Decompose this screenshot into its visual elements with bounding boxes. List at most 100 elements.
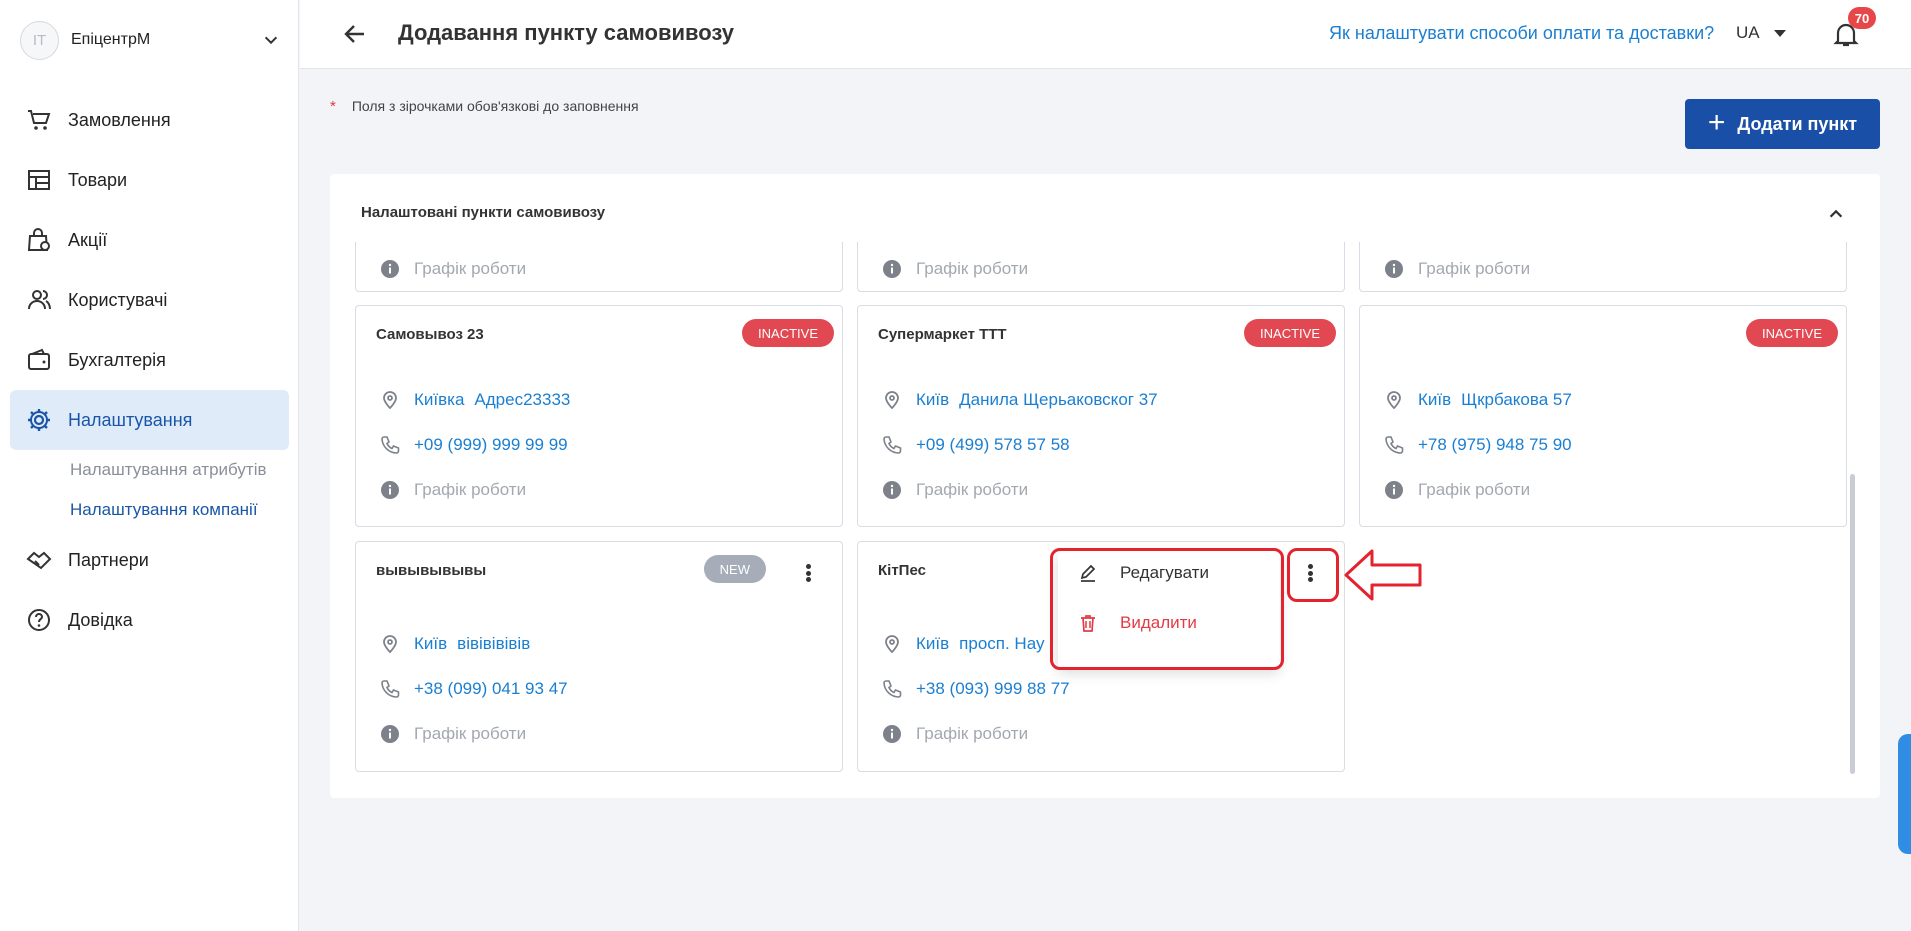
address-row[interactable]: Київ вівівівівів [380, 634, 530, 654]
sidebar-item-label: Замовлення [68, 109, 171, 130]
address: просп. Нау [959, 634, 1045, 653]
cart-icon [28, 110, 51, 130]
more-options-icon[interactable] [800, 562, 816, 584]
address-row[interactable]: Київ Щкрбакова 57 [1384, 390, 1572, 410]
city: Київ [1418, 390, 1452, 409]
sidebar-item-users[interactable]: Користувачі [10, 270, 289, 330]
add-point-label: Додати пункт [1737, 113, 1858, 134]
schedule-label: Графік роботи [414, 259, 527, 278]
sidebar-item-label: Довідка [68, 609, 133, 630]
phone-row[interactable]: +38 (099) 041 93 47 [380, 679, 568, 699]
annotation-menu-highlight [1050, 548, 1284, 670]
schedule-row[interactable]: Графік роботи [882, 724, 1028, 744]
city: Київ [414, 634, 448, 653]
sidebar-item-label: Товари [68, 169, 128, 190]
required-fields-note: * Поля з зірочками обов'язкові до заповн… [330, 98, 639, 115]
sidebar-item-partners[interactable]: Партнери [10, 530, 289, 590]
address-row[interactable]: Київ просп. Нау [882, 634, 1044, 654]
help-link[interactable]: Як налаштувати способи оплати та доставк… [1329, 23, 1714, 44]
sidebar-subitem-company[interactable]: Налаштування компанії [10, 490, 289, 530]
city: Київ [916, 634, 950, 653]
schedule-row[interactable]: Графік роботи [882, 259, 1028, 279]
schedule-label: Графік роботи [916, 480, 1029, 499]
address-row[interactable]: Київка Адрес23333 [380, 390, 570, 410]
info-icon [1385, 481, 1403, 499]
phone-row[interactable]: +78 (975) 948 75 90 [1384, 435, 1572, 455]
pickup-card: Графік роботи [355, 242, 843, 292]
schedule-label: Графік роботи [414, 480, 527, 499]
phone: +09 (999) 999 99 99 [414, 435, 568, 454]
help-circle-icon [28, 609, 50, 631]
required-note-text: Поля з зірочками обов'язкові до заповнен… [351, 98, 639, 114]
page-title: Додавання пункту самовивозу [398, 20, 734, 45]
schedule-row[interactable]: Графік роботи [380, 480, 526, 500]
card-name: Самовывоз 23 [376, 326, 484, 343]
schedule-row[interactable]: Графік роботи [1384, 480, 1530, 500]
info-icon [381, 725, 399, 743]
info-icon [883, 725, 901, 743]
city: Київ [916, 390, 950, 409]
back-arrow-icon[interactable] [342, 21, 368, 47]
pickup-card: Самовывоз 23 INACTIVE Київка Адрес23333 … [355, 305, 843, 527]
caret-down-icon[interactable] [1772, 27, 1788, 39]
side-widget-tab[interactable] [1898, 734, 1911, 854]
pickup-card: вывывывывы NEW Київ вівівівівів +38 (099… [355, 541, 843, 772]
location-pin-icon [885, 391, 899, 410]
schedule-row[interactable]: Графік роботи [1384, 259, 1530, 279]
location-pin-icon [383, 635, 397, 654]
status-badge: INACTIVE [1746, 319, 1838, 347]
schedule-row[interactable]: Графік роботи [882, 480, 1028, 500]
sidebar-item-orders[interactable]: Замовлення [10, 90, 289, 150]
phone-row[interactable]: +09 (499) 578 57 58 [882, 435, 1070, 455]
sidebar-item-label: Налаштування [68, 409, 193, 430]
card-name: Супермаркет ТТТ [878, 326, 1007, 343]
required-star: * [330, 98, 336, 115]
schedule-label: Графік роботи [414, 724, 527, 743]
address: вівівівівів [457, 634, 531, 653]
phone: +78 (975) 948 75 90 [1418, 435, 1572, 454]
schedule-row[interactable]: Графік роботи [380, 259, 526, 279]
store-icon [28, 170, 50, 190]
phone-row[interactable]: +09 (999) 999 99 99 [380, 435, 568, 455]
phone-icon [1385, 436, 1404, 454]
info-icon [883, 481, 901, 499]
address: Данила Щерьаковског 37 [959, 390, 1158, 409]
info-icon [1385, 260, 1403, 278]
phone-icon [381, 680, 400, 698]
pickup-points-panel: Налаштовані пункти самовивозу Графік роб… [330, 174, 1880, 798]
phone: +09 (499) 578 57 58 [916, 435, 1070, 454]
address-row[interactable]: Київ Данила Щерьаковског 37 [882, 390, 1158, 410]
info-icon [381, 481, 399, 499]
plus-icon: + [1707, 105, 1726, 139]
language-selector[interactable]: UA [1736, 23, 1760, 43]
schedule-row[interactable]: Графік роботи [380, 724, 526, 744]
pickup-card: Графік роботи [1359, 242, 1847, 292]
chevron-down-icon [264, 36, 278, 45]
sidebar-item-accounting[interactable]: Бухгалтерія [10, 330, 289, 390]
chevron-up-icon[interactable] [1827, 205, 1845, 223]
sidebar-item-settings[interactable]: Налаштування [10, 390, 289, 450]
top-header: Додавання пункту самовивозу Як налаштува… [300, 0, 1911, 69]
card-name: КітПес [878, 562, 926, 579]
avatar: IT [20, 20, 59, 60]
sidebar-subitem-attributes[interactable]: Налаштування атрибутів [10, 450, 289, 490]
address: Адрес23333 [474, 390, 571, 409]
scrollbar[interactable] [1850, 474, 1855, 774]
company-switcher[interactable]: IT ЕпіцентрМ [20, 20, 280, 60]
pickup-card: Супермаркет ТТТ INACTIVE Київ Данила Щер… [857, 305, 1345, 527]
status-badge: INACTIVE [1244, 319, 1336, 347]
sidebar-item-label: Акції [68, 229, 108, 250]
annotation-kebab-highlight [1287, 548, 1339, 602]
sidebar-nav: Замовлення Товари Акції Користувачі Бухг… [10, 90, 289, 650]
location-pin-icon [1387, 391, 1401, 410]
schedule-label: Графік роботи [1418, 480, 1531, 499]
cards-scroll-area[interactable]: Графік роботи Графік роботи Графік робот… [330, 242, 1880, 777]
schedule-label: Графік роботи [1418, 259, 1531, 278]
sidebar-item-label: Партнери [68, 549, 149, 570]
users-icon [28, 290, 51, 310]
add-point-button[interactable]: + Додати пункт [1685, 99, 1880, 149]
phone-row[interactable]: +38 (093) 999 88 77 [882, 679, 1070, 699]
sidebar-item-promotions[interactable]: Акції [10, 210, 289, 270]
sidebar-item-products[interactable]: Товари [10, 150, 289, 210]
sidebar-item-help[interactable]: Довідка [10, 590, 289, 650]
